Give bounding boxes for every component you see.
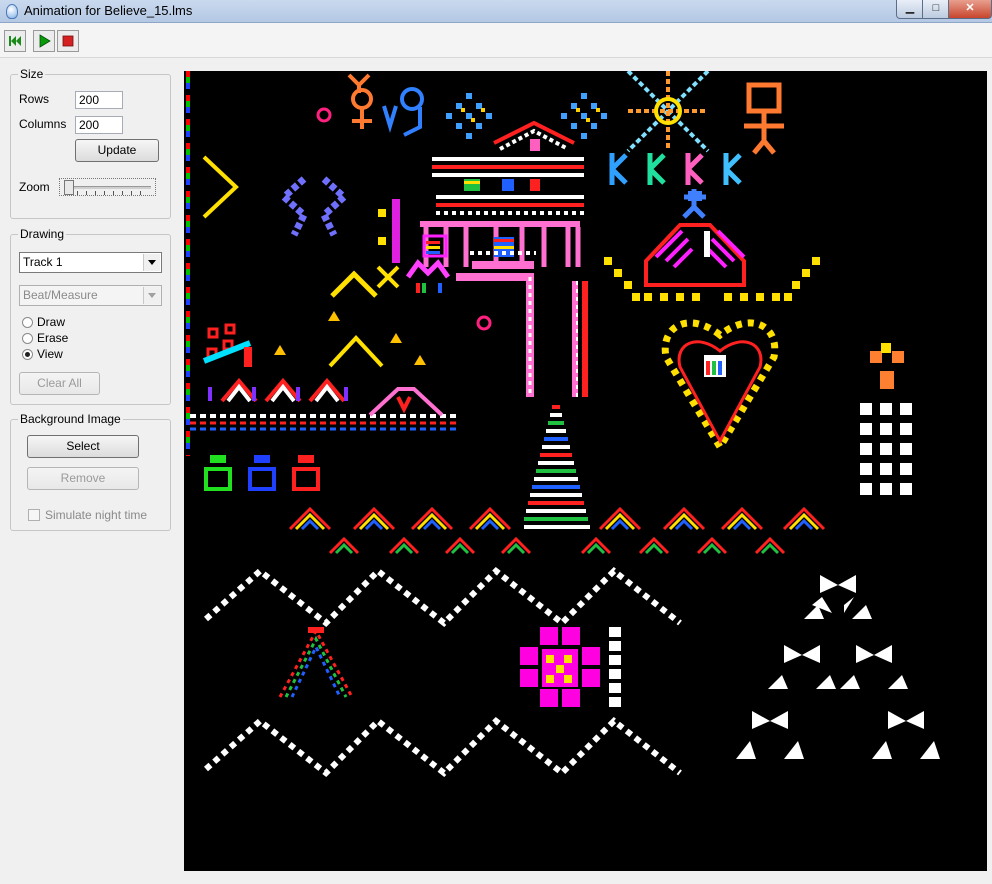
- zoom-slider-thumb[interactable]: [64, 180, 74, 195]
- view-radio[interactable]: [22, 349, 33, 360]
- rewind-button[interactable]: [4, 30, 26, 52]
- simulate-night-label: Simulate night time: [45, 508, 148, 522]
- stop-button[interactable]: [57, 30, 79, 52]
- drawing-legend: Drawing: [18, 227, 67, 241]
- columns-label: Columns: [19, 117, 67, 131]
- zoom-label: Zoom: [19, 180, 50, 194]
- rows-label: Rows: [19, 92, 50, 106]
- track-select[interactable]: Track 1: [19, 252, 162, 273]
- title-bar: Animation for Believe_15.lms ▁ □ ✕: [0, 0, 992, 23]
- background-image-group: Background Image Select Remove Simulate …: [10, 412, 171, 531]
- select-background-button[interactable]: Select: [27, 435, 139, 458]
- stop-icon: [62, 35, 74, 47]
- view-radio-label: View: [37, 347, 63, 361]
- grid-select-value: Beat/Measure: [23, 288, 98, 302]
- chevron-down-icon: [143, 254, 160, 271]
- zoom-slider[interactable]: [59, 178, 156, 196]
- update-button[interactable]: Update: [75, 139, 159, 162]
- draw-radio[interactable]: [22, 317, 33, 328]
- light-display-preview: [186, 71, 940, 778]
- maximize-button[interactable]: □: [922, 0, 950, 19]
- size-group: Size Rows Columns Update Zoom: [10, 67, 171, 219]
- close-button[interactable]: ✕: [948, 0, 992, 19]
- size-legend: Size: [18, 67, 46, 81]
- status-strip: [0, 872, 992, 884]
- draw-radio-label: Draw: [37, 315, 66, 329]
- track-select-value: Track 1: [23, 255, 63, 269]
- minimize-button[interactable]: ▁: [896, 0, 924, 19]
- rewind-icon: [9, 36, 21, 46]
- clear-all-button[interactable]: Clear All: [19, 372, 100, 395]
- toolbar: [0, 23, 992, 58]
- drawing-group: Drawing Track 1 Beat/Measure Draw Erase …: [10, 227, 171, 405]
- erase-radio-label: Erase: [37, 331, 69, 345]
- grid-select[interactable]: Beat/Measure: [19, 285, 162, 306]
- play-button[interactable]: [33, 30, 55, 52]
- background-image-legend: Background Image: [18, 412, 123, 426]
- remove-background-button[interactable]: Remove: [27, 467, 139, 490]
- play-icon: [39, 34, 51, 48]
- erase-radio[interactable]: [22, 333, 33, 344]
- app-lightbulb-icon: [6, 4, 18, 19]
- chevron-down-icon: [143, 287, 160, 304]
- simulate-night-checkbox[interactable]: [28, 509, 40, 521]
- columns-input[interactable]: [75, 116, 123, 134]
- window-title: Animation for Believe_15.lms: [24, 3, 193, 18]
- rows-input[interactable]: [75, 91, 123, 109]
- animation-canvas[interactable]: [184, 71, 987, 871]
